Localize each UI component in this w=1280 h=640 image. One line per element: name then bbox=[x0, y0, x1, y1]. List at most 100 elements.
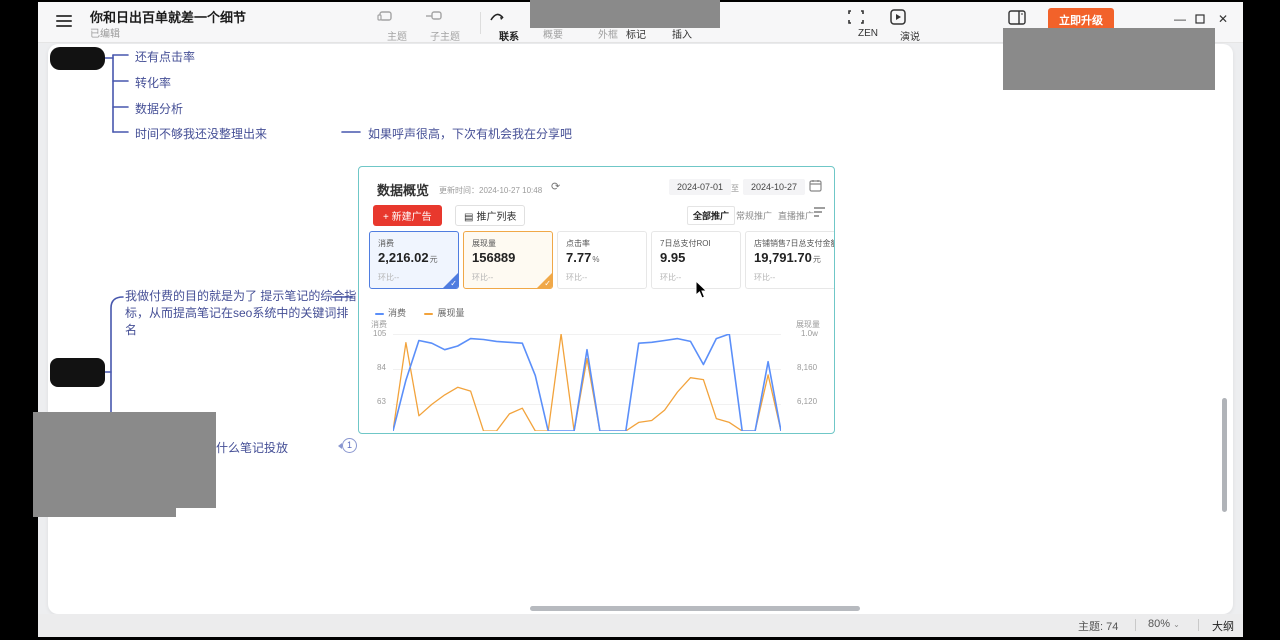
new-ad-button[interactable]: + 新建广告 bbox=[373, 205, 442, 226]
toolbar-relation-label: 联系 bbox=[499, 32, 519, 43]
legend-spend[interactable]: 消费 bbox=[375, 308, 406, 318]
toolbar-divider bbox=[480, 12, 481, 34]
vertical-scrollbar[interactable] bbox=[1222, 398, 1227, 512]
minimize-button[interactable]: — bbox=[1171, 10, 1189, 28]
refresh-icon[interactable]: ⟳ bbox=[551, 180, 560, 193]
list-grid-icon: ▤ bbox=[464, 212, 473, 223]
metric-value: 156889 bbox=[472, 250, 515, 265]
topic-icon bbox=[375, 8, 419, 26]
legend-dash-blue bbox=[375, 313, 384, 315]
date-separator: 至 bbox=[731, 183, 739, 194]
mindmap-child-analysis[interactable]: 数据分析 bbox=[135, 100, 183, 117]
redaction-box-top-right bbox=[1003, 28, 1215, 90]
document-title: 你和日出百单就差一个细节 bbox=[90, 7, 246, 26]
toolbar-topic-button[interactable]: 主题 bbox=[375, 8, 419, 43]
toolbar-subtopic-button[interactable]: 子主题 bbox=[423, 8, 467, 43]
document-status: 已编辑 bbox=[90, 25, 120, 40]
metric-unit: % bbox=[592, 255, 599, 264]
metric-compare: 环比-- bbox=[566, 272, 587, 283]
metric-label: 展现量 bbox=[472, 238, 496, 249]
dashboard-updated-time: 更新时间：2024-10-27 10:48 bbox=[439, 185, 542, 196]
legend-label: 展现量 bbox=[437, 308, 464, 318]
horizontal-scrollbar[interactable] bbox=[530, 606, 860, 611]
date-end-field[interactable]: 2024-10-27 bbox=[743, 179, 805, 195]
redaction-box-top-center bbox=[530, 0, 720, 28]
mindmap-child-no-time[interactable]: 时间不够我还没整理出来 bbox=[135, 125, 267, 142]
relation-arrow-icon bbox=[487, 8, 531, 26]
statusbar-divider bbox=[1198, 619, 1199, 631]
metric-value: 19,791.70 bbox=[754, 250, 812, 265]
trend-chart bbox=[393, 334, 781, 431]
dashboard-image[interactable]: 数据概览 更新时间：2024-10-27 10:48 ⟳ 2024-07-01 … bbox=[358, 166, 835, 434]
toolbar-marker-label[interactable]: 标记 bbox=[626, 26, 646, 41]
metric-card-spend[interactable]: 消费 2,216.02元 环比-- ✓ bbox=[369, 231, 459, 289]
mindmap-node-redacted-1[interactable] bbox=[50, 47, 105, 70]
topic-count: 主题: 74 bbox=[1078, 618, 1118, 634]
zoom-value: 80% bbox=[1148, 618, 1170, 630]
metric-value: 9.95 bbox=[660, 250, 685, 265]
left-tick-63: 63 bbox=[377, 397, 386, 406]
zen-fullscreen-icon bbox=[846, 8, 890, 26]
metric-label: 点击率 bbox=[566, 238, 590, 249]
metric-value: 7.77 bbox=[566, 250, 591, 265]
tab-regular-promo[interactable]: 常规推广 bbox=[731, 207, 777, 224]
metric-unit: 元 bbox=[430, 255, 438, 264]
metric-compare: 环比-- bbox=[472, 272, 493, 283]
check-icon: ✓ bbox=[450, 279, 457, 288]
toolbar-summary-label[interactable]: 概要 bbox=[543, 26, 563, 41]
outline-button[interactable]: 大纲 bbox=[1212, 618, 1234, 634]
toolbar-boundary-label[interactable]: 外框 bbox=[598, 26, 618, 41]
metric-card-payment-amount[interactable]: 店铺销售7日总支付金额 19,791.70元 环比-- bbox=[745, 231, 835, 289]
metric-card-roi[interactable]: 7日总支付ROI 9.95 环比-- bbox=[651, 231, 741, 289]
chart-legend: 消费 展现量 bbox=[375, 303, 478, 321]
close-button[interactable]: ✕ bbox=[1214, 10, 1232, 28]
redaction-box-bottom-left-strip bbox=[33, 508, 176, 517]
date-start-field[interactable]: 2024-07-01 bbox=[669, 179, 731, 195]
presentation-label: 演说 bbox=[900, 32, 920, 43]
toolbar-relation-button[interactable]: 联系 bbox=[487, 8, 531, 43]
zen-mode-button[interactable]: ZEN bbox=[846, 8, 890, 39]
collapsed-count-badge[interactable]: 1 bbox=[342, 438, 357, 453]
legend-label: 消费 bbox=[388, 308, 406, 318]
check-icon: ✓ bbox=[544, 279, 551, 288]
metric-label: 店铺销售7日总支付金额 bbox=[754, 238, 835, 249]
metric-card-impressions[interactable]: 展现量 156889 环比-- ✓ bbox=[463, 231, 553, 289]
maximize-button[interactable] bbox=[1191, 10, 1209, 28]
dashboard-title: 数据概览 bbox=[377, 180, 429, 199]
calendar-icon[interactable] bbox=[809, 179, 822, 192]
sort-list-icon[interactable] bbox=[813, 206, 826, 218]
metric-value: 2,216.02 bbox=[378, 250, 429, 265]
metric-label: 消费 bbox=[378, 238, 394, 249]
mindmap-child-conversion[interactable]: 转化率 bbox=[135, 74, 171, 91]
mindmap-node-which-notes[interactable]: 什么笔记投放 bbox=[216, 439, 288, 456]
metric-compare: 环比-- bbox=[378, 272, 399, 283]
metric-unit: 元 bbox=[813, 255, 821, 264]
chevron-down-icon: ⌄ bbox=[1173, 620, 1180, 629]
subtopic-icon bbox=[423, 8, 467, 26]
hamburger-menu-icon[interactable] bbox=[56, 15, 72, 27]
promo-list-button[interactable]: ▤推广列表 bbox=[455, 205, 525, 226]
metric-compare: 环比-- bbox=[660, 272, 681, 283]
presentation-button[interactable]: 演说 bbox=[888, 8, 932, 43]
toolbar-topic-label: 主题 bbox=[387, 32, 407, 43]
toolbar-insert-label[interactable]: 插入 bbox=[672, 26, 692, 41]
panel-toggle-icon[interactable] bbox=[1008, 10, 1026, 26]
tab-all-promo[interactable]: 全部推广 bbox=[687, 206, 735, 225]
right-tick-8160: 8,160 bbox=[797, 363, 817, 372]
mindmap-note-paid-purpose[interactable]: 我做付费的目的就是为了 提示笔记的综合指标，从而提高笔记在seo系统中的关键词排… bbox=[125, 288, 357, 339]
legend-impressions[interactable]: 展现量 bbox=[424, 308, 464, 318]
right-tick-6120: 6,120 bbox=[797, 397, 817, 406]
metric-card-ctr[interactable]: 点击率 7.77% 环比-- bbox=[557, 231, 647, 289]
mindmap-callout-share[interactable]: 如果呼声很高，下次有机会我在分享吧 bbox=[368, 125, 572, 142]
status-bar: 主题: 74 80% ⌄ 大纲 bbox=[38, 614, 1243, 637]
mindmap-node-redacted-2[interactable] bbox=[50, 358, 105, 387]
legend-dash-orange bbox=[424, 313, 433, 315]
toolbar-subtopic-label: 子主题 bbox=[430, 32, 460, 43]
mindmap-child-click-rate[interactable]: 还有点击率 bbox=[135, 48, 195, 65]
left-tick-105: 105 bbox=[373, 329, 386, 338]
zen-label: ZEN bbox=[858, 28, 878, 39]
redaction-box-bottom-left bbox=[33, 412, 216, 508]
right-tick-1w: 1.0w bbox=[801, 329, 818, 338]
promo-list-label: 推广列表 bbox=[476, 212, 516, 223]
zoom-level[interactable]: 80% ⌄ bbox=[1148, 618, 1180, 630]
